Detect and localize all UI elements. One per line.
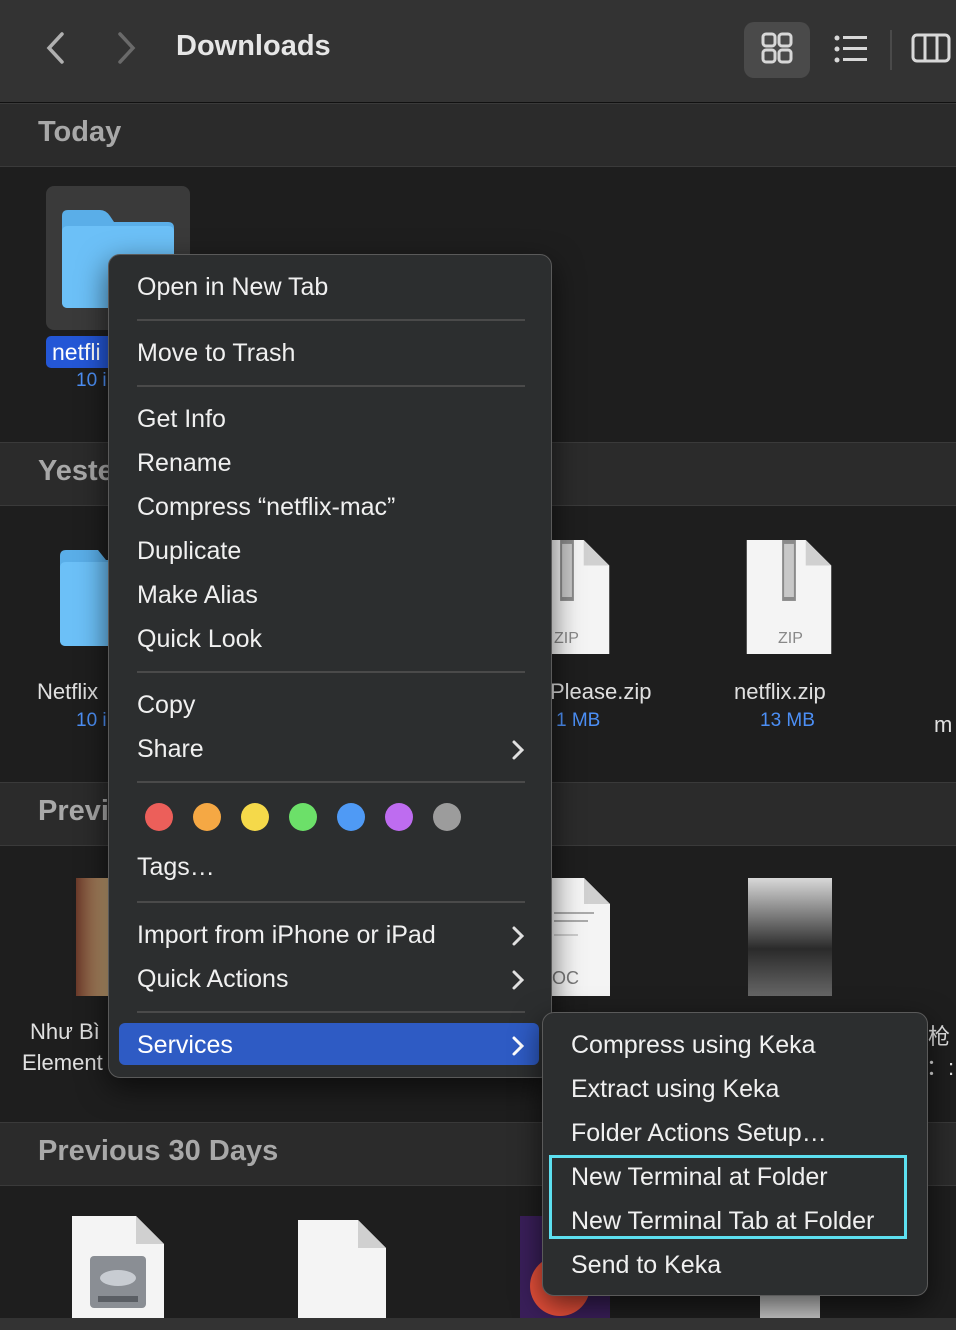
item-size-netflix-folder: 10 i [76, 710, 107, 731]
section-title-previous-30: Previous 30 Days [38, 1135, 279, 1167]
chevron-right-icon [118, 32, 136, 64]
menu-separator [137, 671, 525, 673]
column-view-button[interactable] [900, 22, 956, 78]
submenu-item-extract-keka[interactable]: Extract using Keka [571, 1075, 779, 1104]
item-name-please-zip[interactable]: Please.zip [550, 679, 652, 705]
item-size-today: 10 i [76, 370, 107, 391]
item-name-edge[interactable]: m [934, 712, 952, 738]
menu-item-compress[interactable]: Compress “netflix-mac” [137, 493, 395, 522]
chevron-right-icon [512, 1036, 525, 1056]
menu-separator [137, 1011, 525, 1013]
zip-badge: ZIP [778, 630, 803, 647]
menu-item-tags[interactable]: Tags… [137, 853, 215, 882]
list-view-icon [834, 35, 867, 63]
submenu-item-send-keka[interactable]: Send to Keka [571, 1251, 721, 1280]
window-title: Downloads [176, 30, 331, 62]
item-name-book-line2[interactable]: Element [22, 1050, 103, 1076]
menu-item-quick-look[interactable]: Quick Look [137, 625, 262, 654]
disk-image-icon[interactable] [72, 1216, 164, 1318]
menu-item-import[interactable]: Import from iPhone or iPad [137, 921, 436, 950]
menu-separator [137, 385, 525, 387]
menu-item-share[interactable]: Share [137, 735, 204, 764]
chevron-right-icon [512, 970, 525, 990]
item-name-netflix-zip[interactable]: netflix.zip [734, 679, 826, 705]
menu-separator [137, 319, 525, 321]
section-today: Today [0, 103, 956, 167]
menu-separator [137, 901, 525, 903]
item-name-edge-colon[interactable]: ：: [926, 1050, 954, 1082]
submenu-item-compress-keka[interactable]: Compress using Keka [571, 1031, 816, 1060]
tag-green[interactable] [289, 803, 317, 831]
section-title-yesterday: Yeste [38, 455, 114, 487]
menu-item-move-to-trash[interactable]: Move to Trash [137, 339, 295, 368]
services-submenu: Compress using Keka Extract using Keka F… [542, 1012, 928, 1296]
chevron-right-icon [512, 740, 525, 760]
menu-item-make-alias[interactable]: Make Alias [137, 581, 258, 610]
blank-document-icon[interactable] [298, 1220, 386, 1320]
menu-item-duplicate[interactable]: Duplicate [137, 537, 241, 566]
bottom-bar [0, 1318, 956, 1330]
item-size-please-zip: 1 MB [556, 710, 601, 731]
grid-view-button[interactable] [744, 22, 810, 78]
toolbar-divider [890, 30, 892, 70]
book-cover-thumbnail[interactable] [76, 878, 110, 996]
menu-item-get-info[interactable]: Get Info [137, 405, 226, 434]
context-menu: Open in New Tab Move to Trash Get Info R… [108, 254, 552, 1078]
tag-yellow[interactable] [241, 803, 269, 831]
section-title-previous-7: Previ [38, 795, 109, 827]
grid-view-icon [761, 32, 793, 64]
list-view-button[interactable] [818, 22, 884, 78]
tag-blue[interactable] [337, 803, 365, 831]
forward-button[interactable] [116, 30, 138, 75]
menu-item-rename[interactable]: Rename [137, 449, 232, 478]
item-name-netflix-folder[interactable]: Netflix [37, 679, 98, 705]
tag-purple[interactable] [385, 803, 413, 831]
item-name-today[interactable]: netfli [52, 339, 101, 366]
menu-item-copy[interactable]: Copy [137, 691, 195, 720]
item-name-book-line1[interactable]: Như Bì [30, 1019, 100, 1045]
tag-orange[interactable] [193, 803, 221, 831]
item-name-edge-cjk[interactable]: 枪 [928, 1019, 950, 1051]
image-thumbnail[interactable] [760, 1294, 820, 1318]
menu-separator [137, 781, 525, 783]
zip-badge: ZIP [554, 630, 579, 647]
finder-toolbar: Downloads [0, 0, 956, 103]
menu-item-services[interactable]: Services [137, 1031, 233, 1060]
back-button[interactable] [44, 30, 66, 75]
chevron-left-icon [46, 32, 64, 64]
item-size-netflix-zip: 13 MB [760, 710, 815, 731]
tag-red[interactable] [145, 803, 173, 831]
doc-badge: OC [552, 968, 579, 988]
chevron-right-icon [512, 926, 525, 946]
book-cover-thumbnail[interactable] [748, 878, 832, 996]
tag-gray[interactable] [433, 803, 461, 831]
submenu-item-folder-actions[interactable]: Folder Actions Setup… [571, 1119, 827, 1148]
section-title-today: Today [38, 116, 122, 148]
menu-item-open-new-tab[interactable]: Open in New Tab [137, 273, 328, 302]
highlight-box [549, 1155, 907, 1239]
column-view-icon [911, 33, 951, 63]
menu-item-quick-actions[interactable]: Quick Actions [137, 965, 288, 994]
